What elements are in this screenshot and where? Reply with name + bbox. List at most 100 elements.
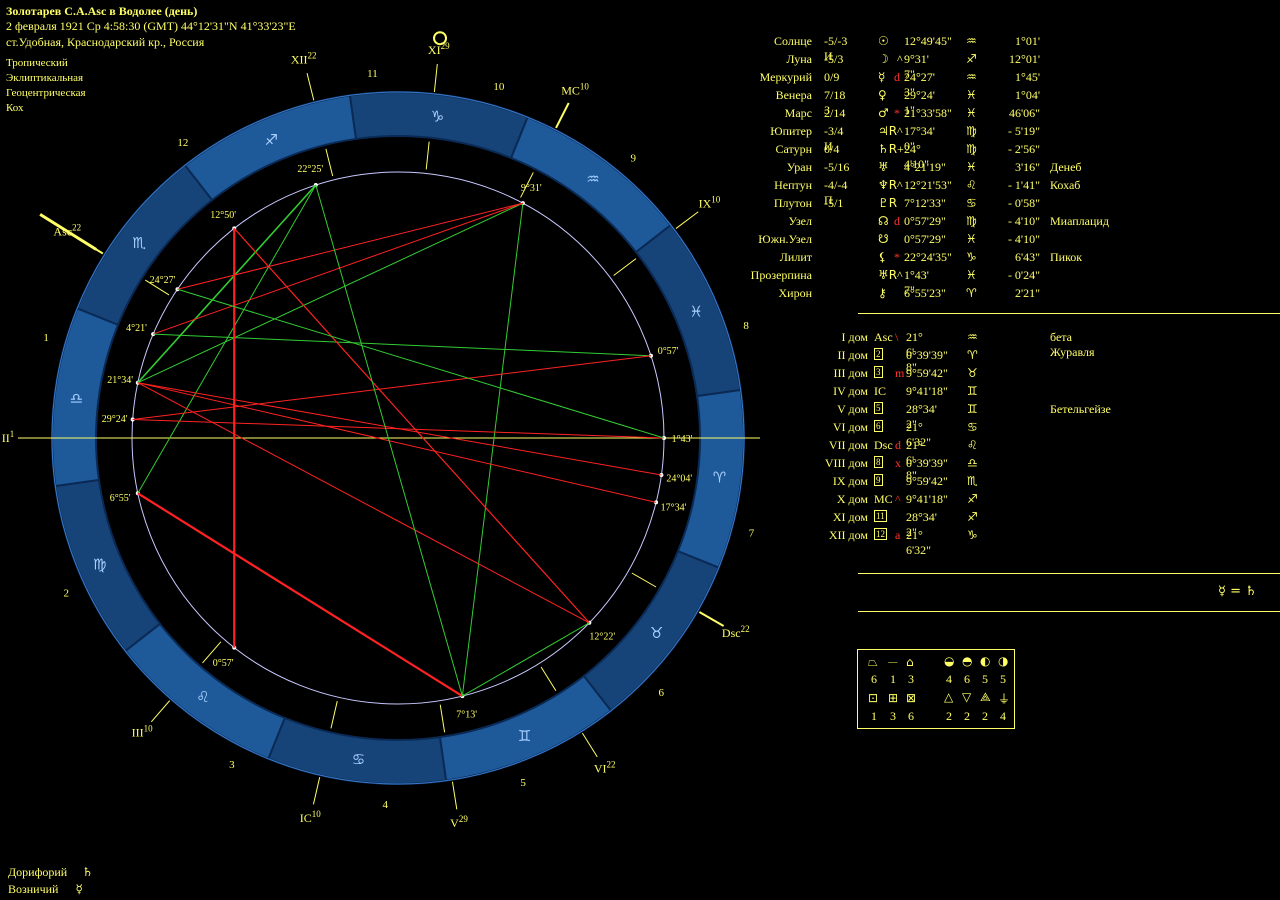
house-number: 11: [367, 68, 378, 80]
planet-name: Узел: [788, 214, 813, 228]
mercury-icon: ☿: [75, 882, 83, 896]
house-name: IV дом: [833, 384, 868, 398]
legend-value: 6: [964, 672, 970, 686]
star-label: Возничий: [8, 882, 59, 896]
zodiac-sign-icon: ♋: [352, 751, 365, 769]
planet-position: 21°33'58": [904, 106, 952, 120]
planet-star: Пикок: [1050, 250, 1083, 264]
planet-degree-label: 12°22': [589, 631, 615, 642]
planet-indicator: -5/3: [824, 52, 844, 66]
house-mark: ^: [895, 492, 901, 506]
house-number: 6: [659, 687, 665, 699]
sign-icon: ♌: [966, 178, 977, 192]
planet-name: Меркурий: [759, 70, 812, 84]
house-name: I дом: [841, 330, 868, 344]
planet-degree-label: 9°31': [521, 183, 542, 194]
planet-indicator: -5/1: [824, 196, 844, 210]
aspect-line: [137, 382, 590, 624]
sign-icon: ♌: [967, 438, 978, 452]
legend-value: 1: [871, 709, 877, 723]
zodiac-sign-icon: ♌: [196, 688, 209, 706]
legend-value: 6: [908, 709, 914, 723]
house-number: 5: [520, 777, 526, 789]
house-cusp-label: Dsc22: [722, 624, 750, 640]
quadrant-icon: ◐: [980, 654, 991, 668]
planet-name: Южн.Узел: [758, 232, 812, 246]
house-code: 2: [874, 348, 883, 360]
house-cusp-inner: [613, 258, 637, 276]
sign-icon: ♒: [966, 70, 977, 84]
house-code: 9: [874, 474, 883, 486]
sign-icon: ♋: [967, 420, 978, 434]
legend-value: 4: [1000, 709, 1006, 723]
house-cusp-line: [312, 776, 321, 805]
house-name: VIII дом: [824, 456, 868, 470]
sign-icon: ♉: [967, 366, 978, 380]
planet-position: 4°21'19": [904, 160, 946, 174]
planet-speed: 6'43": [1014, 250, 1040, 264]
house-cusp-inner: [631, 572, 657, 588]
aspect-line: [233, 227, 590, 624]
quadrant-icon: ◒: [944, 654, 955, 668]
planet-icon: ⚷: [878, 286, 887, 300]
planet-name: Плутон: [773, 196, 812, 210]
house-name: XI дом: [832, 510, 868, 524]
house-code: 11: [874, 510, 887, 522]
planet-name: Венера: [775, 88, 812, 102]
planet-icon: ☋: [878, 232, 889, 246]
house-code: 5: [874, 402, 883, 414]
asc-arrow-icon: [39, 213, 97, 251]
house-position: 9°59'42": [906, 366, 948, 380]
house-cusp-line: [150, 700, 171, 723]
house-name: IX дом: [832, 474, 868, 488]
planet-icon: ☿: [878, 70, 886, 84]
planet-name: Хирон: [778, 286, 812, 300]
planet-degree-label: 24°27': [150, 275, 176, 286]
planet-prefix: ^: [897, 268, 903, 282]
planet-icon: ♅R: [878, 268, 898, 282]
house-name: X дом: [836, 492, 868, 506]
house-cusp-line: [433, 64, 438, 92]
planet-position: 0°57'29": [904, 214, 946, 228]
house-code: 3: [874, 366, 883, 378]
legend-value: 6: [871, 672, 877, 686]
planet-degree-label: 6°55': [110, 493, 131, 504]
sign-icon: ♍: [966, 142, 977, 156]
house-cusp-line: [306, 73, 315, 101]
house-cusp-label: IC10: [300, 809, 322, 825]
zodiac-segment: [51, 307, 120, 488]
house-name: III дом: [833, 366, 868, 380]
house-name: V дом: [837, 402, 868, 416]
house-name: VII дом: [828, 438, 868, 452]
planet-name: Сатурн: [775, 142, 812, 156]
house-number: 4: [382, 799, 388, 811]
planet-speed: - 1'41": [1007, 178, 1040, 192]
house-code: 6: [874, 420, 883, 432]
planet-star: Денеб: [1050, 160, 1082, 174]
planet-star: Миаплацид: [1050, 214, 1109, 228]
legend-value: 4: [946, 672, 952, 686]
aspect-line: [137, 382, 657, 503]
house-number: 3: [229, 759, 235, 771]
sign-icon: ♑: [967, 528, 978, 542]
house-mark: \: [895, 330, 899, 344]
house-star: Бетельгейзе: [1050, 402, 1111, 416]
planet-name: Луна: [786, 52, 812, 66]
planet-indicator: 0/4: [824, 142, 840, 156]
sign-icon: ♋: [966, 196, 977, 210]
quadrant-icon: ◓: [962, 654, 973, 668]
zodiac-sign-icon: ♉: [650, 624, 663, 642]
planet-speed: 1°04': [1015, 88, 1040, 102]
sign-icon: ♊: [967, 402, 978, 416]
planet-degree-label: 22°25': [297, 164, 323, 175]
planet-speed: - 0'24": [1007, 268, 1040, 282]
planet-speed: - 5'19": [1007, 124, 1040, 138]
relation-text: ☿ = ♄: [1218, 584, 1257, 599]
aspect-line: [137, 202, 524, 384]
house-name: XII дом: [828, 528, 868, 542]
natal-wheel[interactable]: ♑♐♏♎♍♌♋♊♉♈♓♒XII22XI29MC10IX10VIII1Dsc22V…: [0, 0, 760, 900]
planet-indicator: -5/16: [824, 160, 850, 174]
legend-value: 3: [890, 709, 896, 723]
fixed-star-doryphory: Дорифорий ♄: [8, 865, 93, 880]
house-cusp-label: VI22: [594, 760, 616, 776]
